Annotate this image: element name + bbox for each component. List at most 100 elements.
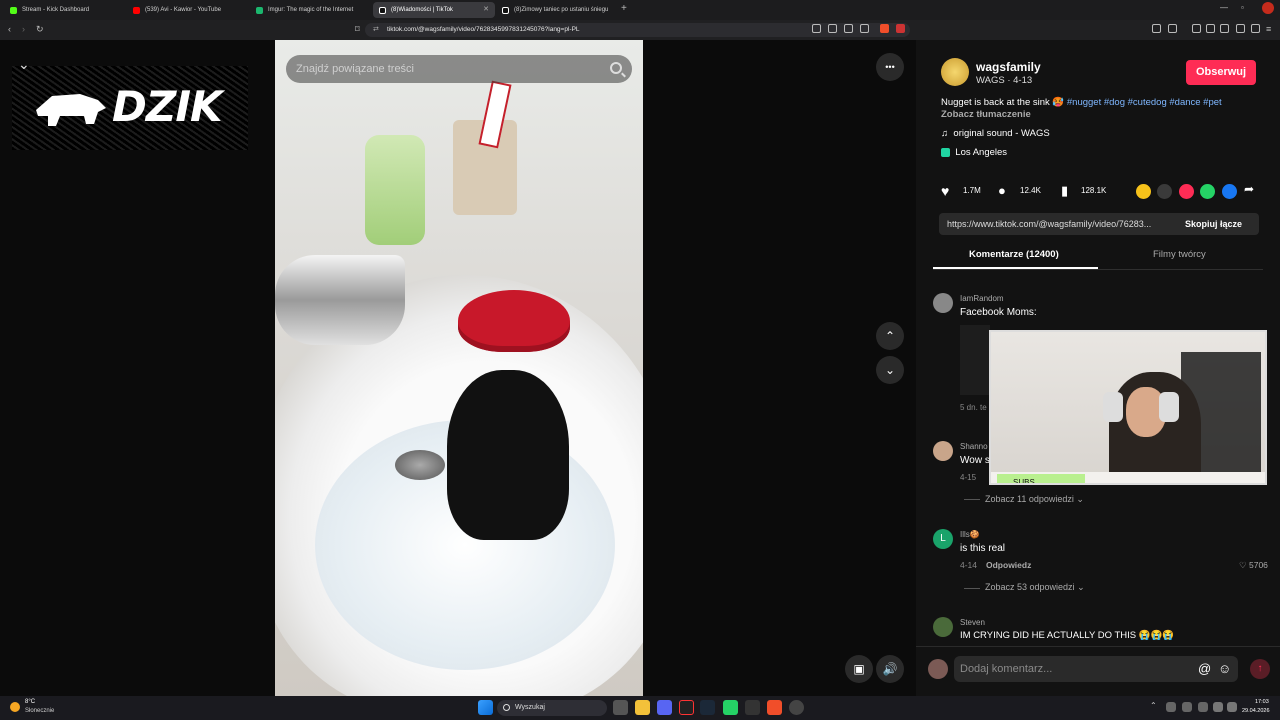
start-icon[interactable] bbox=[478, 700, 493, 715]
file-explorer-icon[interactable] bbox=[635, 700, 650, 715]
extension-icon[interactable] bbox=[1168, 24, 1177, 33]
avatar[interactable]: L bbox=[933, 529, 953, 549]
browser-tab-active[interactable]: (8)Wiadomości | TikTok ✕ bbox=[373, 2, 495, 18]
comment-username[interactable]: Shanno bbox=[960, 442, 988, 451]
back-icon[interactable]: ‹ bbox=[8, 24, 11, 34]
previous-video-button[interactable]: ⌃ bbox=[876, 322, 904, 350]
speaker-icon[interactable] bbox=[1227, 702, 1237, 712]
close-window-icon[interactable] bbox=[1262, 2, 1274, 14]
brave-icon[interactable] bbox=[767, 700, 782, 715]
tray-icon[interactable] bbox=[1166, 702, 1176, 712]
pip-button[interactable]: ▣ bbox=[845, 655, 873, 683]
avatar[interactable] bbox=[933, 293, 953, 313]
send-comment-button[interactable]: ↑ bbox=[1250, 659, 1270, 679]
clock-date[interactable]: 29.04.2026 bbox=[1242, 708, 1270, 714]
comment-username[interactable]: IamRandom bbox=[960, 294, 1004, 303]
menu-icon[interactable]: ≡ bbox=[1266, 24, 1271, 34]
facebook-icon[interactable] bbox=[1222, 184, 1237, 199]
collapse-icon[interactable]: ⌄ bbox=[18, 56, 30, 73]
browser-tab[interactable]: (8)Zimowy taniec po ustaniu śniegu bbox=[496, 2, 618, 18]
shower-cap-image bbox=[458, 290, 570, 352]
comment-input[interactable]: Dodaj komentarz... @ ☺ bbox=[954, 656, 1238, 682]
taskbar-search[interactable]: Wyszukaj bbox=[497, 700, 607, 716]
browser-tab[interactable]: Imgur: The magic of the Internet bbox=[250, 2, 372, 18]
steam-icon[interactable] bbox=[700, 700, 715, 715]
comment-like-button[interactable]: ♡ 5706 bbox=[1239, 560, 1268, 571]
whatsapp-icon[interactable] bbox=[1200, 184, 1215, 199]
related-search-input[interactable]: Znajdź powiązane treści bbox=[286, 55, 632, 83]
creator-avatar[interactable] bbox=[941, 58, 969, 86]
share-more-icon[interactable]: ➦ bbox=[1244, 182, 1254, 196]
close-tab-icon[interactable]: ✕ bbox=[483, 2, 489, 18]
emoji-icon[interactable]: ☺ bbox=[1218, 656, 1231, 682]
friends-share-icon[interactable] bbox=[1136, 184, 1151, 199]
avatar[interactable] bbox=[933, 441, 953, 461]
view-replies-button[interactable]: Zobacz 53 odpowiedzi ⌄ bbox=[985, 582, 1085, 593]
headphones-image bbox=[1159, 392, 1179, 422]
maximize-icon[interactable]: ▫ bbox=[1241, 3, 1244, 12]
chevron-down-icon: ⌄ bbox=[1077, 582, 1085, 592]
vpn-icon[interactable] bbox=[1251, 24, 1260, 33]
location-text: Los Angeles bbox=[955, 147, 1008, 158]
more-options-button[interactable]: ••• bbox=[876, 53, 904, 81]
comment-image[interactable] bbox=[960, 325, 990, 395]
tray-chevron-icon[interactable]: ⌃ bbox=[1150, 701, 1157, 710]
tray-icon[interactable] bbox=[1182, 702, 1192, 712]
bookmark-icon[interactable]: ▮ bbox=[1061, 183, 1068, 199]
brave-shield-icon[interactable] bbox=[880, 24, 889, 33]
comment-icon[interactable]: ● bbox=[998, 183, 1006, 198]
comment-username[interactable]: Steven bbox=[960, 618, 985, 627]
follow-button[interactable]: Obserwuj bbox=[1186, 60, 1256, 85]
browser-tab[interactable]: Stream - Kick Dashboard bbox=[4, 2, 126, 18]
video-link-text[interactable]: https://www.tiktok.com/@wagsfamily/video… bbox=[947, 219, 1151, 229]
rewards-icon[interactable] bbox=[896, 24, 905, 33]
hashtags-link[interactable]: #nugget #dog #cutedog #dance #pet bbox=[1067, 97, 1222, 108]
send-icon[interactable] bbox=[1179, 184, 1194, 199]
music-icon[interactable] bbox=[1192, 24, 1201, 33]
weather-sun-icon[interactable] bbox=[10, 702, 20, 712]
network-icon[interactable] bbox=[1213, 702, 1223, 712]
obs-icon[interactable] bbox=[789, 700, 804, 715]
app-icon[interactable] bbox=[745, 700, 760, 715]
embed-icon[interactable] bbox=[1157, 184, 1172, 199]
whatsapp-icon[interactable] bbox=[723, 700, 738, 715]
sidebar-icon[interactable] bbox=[1206, 24, 1215, 33]
extension-icon[interactable] bbox=[1236, 24, 1245, 33]
copy-link-button[interactable]: Skopiuj łącze bbox=[1185, 219, 1242, 229]
tab-creator-videos[interactable]: Filmy twórcy bbox=[1153, 249, 1206, 260]
zoom-icon[interactable] bbox=[844, 24, 853, 33]
translate-icon[interactable] bbox=[828, 24, 837, 33]
location-row[interactable]: Los Angeles bbox=[941, 147, 1007, 158]
extension-icon[interactable] bbox=[1220, 24, 1229, 33]
search-icon[interactable] bbox=[610, 62, 622, 74]
video-player[interactable] bbox=[275, 40, 643, 696]
share-page-icon[interactable] bbox=[860, 24, 869, 33]
next-video-button[interactable]: ⌄ bbox=[876, 356, 904, 384]
tab-comments[interactable]: Komentarze (12400) bbox=[969, 249, 1059, 260]
app-icon[interactable] bbox=[679, 700, 694, 715]
browser-tab[interactable]: (539) Avi - Kawior - YouTube bbox=[127, 2, 249, 18]
new-tab-button[interactable]: + bbox=[621, 3, 627, 14]
site-info-icon[interactable]: ⇄ bbox=[373, 23, 379, 37]
minimize-icon[interactable]: — bbox=[1220, 3, 1228, 12]
volume-button[interactable]: 🔊 bbox=[876, 655, 904, 683]
extension-icon[interactable] bbox=[1152, 24, 1161, 33]
avatar[interactable] bbox=[928, 659, 948, 679]
creator-username[interactable]: wagsfamily bbox=[976, 60, 1041, 74]
bookmark-icon[interactable]: ⌑ bbox=[355, 24, 360, 35]
discord-icon[interactable] bbox=[657, 700, 672, 715]
task-view-icon[interactable] bbox=[613, 700, 628, 715]
reload-icon[interactable]: ↻ bbox=[36, 24, 44, 35]
view-replies-button[interactable]: Zobacz 11 odpowiedzi ⌄ bbox=[985, 494, 1084, 505]
sound-row[interactable]: ♫ original sound - WAGS bbox=[941, 128, 1050, 139]
extension-icon[interactable] bbox=[812, 24, 821, 33]
comment-username[interactable]: Ills🍪 bbox=[960, 530, 980, 539]
tray-icon[interactable] bbox=[1198, 702, 1208, 712]
avatar[interactable] bbox=[933, 617, 953, 637]
reply-button[interactable]: Odpowiedz bbox=[986, 560, 1031, 570]
mention-icon[interactable]: @ bbox=[1198, 656, 1211, 682]
see-translation-link[interactable]: Zobacz tłumaczenie bbox=[941, 109, 1031, 120]
like-icon[interactable]: ♥ bbox=[941, 183, 949, 199]
forward-icon[interactable]: › bbox=[22, 24, 25, 34]
clock-time[interactable]: 17:03 bbox=[1255, 699, 1269, 705]
